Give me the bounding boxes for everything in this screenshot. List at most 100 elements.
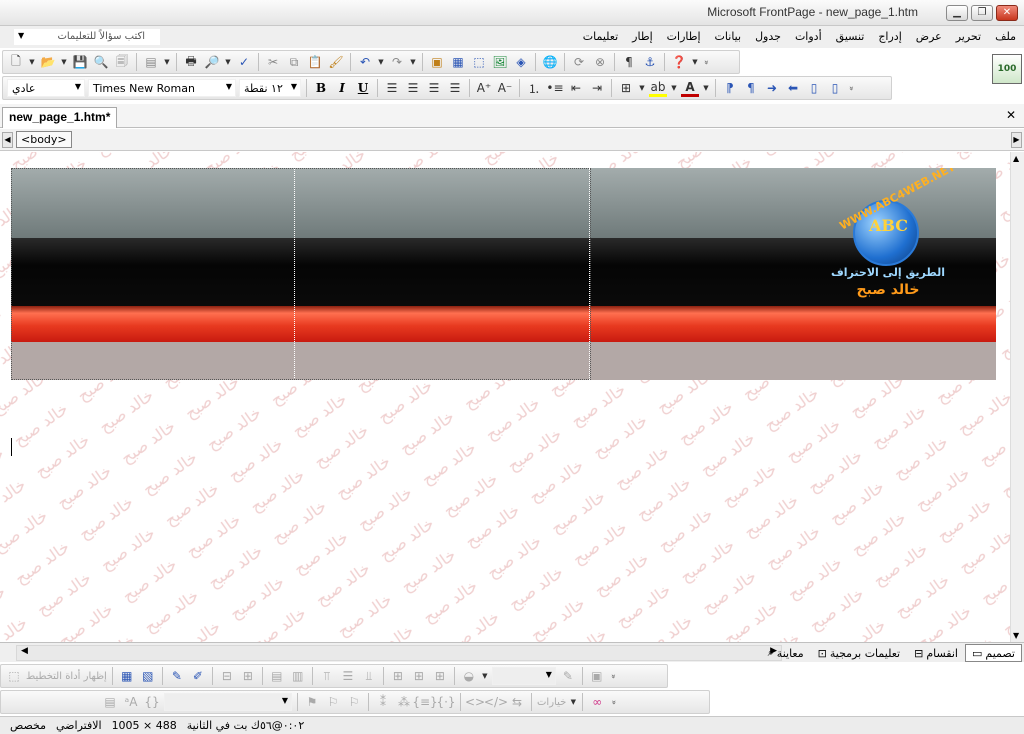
- chevron-down-icon[interactable]: ▼: [226, 82, 232, 91]
- autofit-icon[interactable]: ⊞: [431, 667, 449, 685]
- close-window-button[interactable]: ✕: [996, 5, 1018, 21]
- insert-start-tag-icon[interactable]: <>: [465, 693, 485, 711]
- toolbar-options-icon[interactable]: »: [609, 700, 618, 705]
- table-properties-icon[interactable]: ✎: [168, 667, 186, 685]
- snippet-icon[interactable]: ∞: [588, 693, 606, 711]
- align-top-icon[interactable]: ⫪: [318, 667, 336, 685]
- refresh-icon[interactable]: ⟳: [570, 53, 588, 71]
- save-icon[interactable]: 💾: [71, 53, 89, 71]
- select-tag-icon[interactable]: ⁑: [374, 693, 392, 711]
- decrease-indent-icon[interactable]: ⇤: [567, 79, 585, 97]
- page-ltr-icon[interactable]: ▯: [805, 79, 823, 97]
- chevron-down-icon[interactable]: ▼: [282, 696, 288, 705]
- undo-icon[interactable]: ↶: [356, 53, 374, 71]
- body-tag[interactable]: <body>: [16, 131, 72, 148]
- options-label[interactable]: خيارات: [537, 697, 566, 708]
- ask-question-box[interactable]: ▼ اكتب سؤالاً للتعليمات: [14, 29, 160, 45]
- center-vertically-icon[interactable]: ☰: [339, 667, 357, 685]
- menu-format[interactable]: تنسيق: [836, 30, 865, 43]
- close-document-icon[interactable]: ✕: [1006, 108, 1016, 122]
- layout-tool-icon[interactable]: ⬚: [5, 667, 23, 685]
- delete-cells-icon[interactable]: ▤: [268, 667, 286, 685]
- autoformat-icon[interactable]: ✎: [559, 667, 577, 685]
- tab-new-page[interactable]: new_page_1.htm*: [2, 107, 118, 128]
- tag-scroll-right-icon[interactable]: ▶: [1011, 132, 1022, 148]
- show-layout-tool-label[interactable]: إظهار أداة التخطيط: [26, 671, 107, 682]
- ltr-icon[interactable]: ⁋: [721, 79, 739, 97]
- redo-icon[interactable]: ↷: [388, 53, 406, 71]
- next-bookmark-icon[interactable]: ⚐: [324, 693, 342, 711]
- rtl-icon[interactable]: ¶: [742, 79, 760, 97]
- font-color-dropdown-icon[interactable]: ▼: [702, 84, 710, 92]
- table-options-icon[interactable]: ▣: [588, 667, 606, 685]
- menu-tools[interactable]: أدوات: [795, 30, 822, 43]
- find-matching-brace-icon[interactable]: {·}: [436, 693, 455, 711]
- font-combo[interactable]: Times New Roman ▼: [88, 79, 236, 97]
- complete-word-icon[interactable]: {}: [143, 693, 161, 711]
- increase-indent-icon[interactable]: ⇥: [588, 79, 606, 97]
- publish-icon[interactable]: 🗐: [113, 53, 131, 71]
- minimize-button[interactable]: ▁: [946, 5, 968, 21]
- vertical-scrollbar[interactable]: ▲ ▼: [1010, 152, 1024, 642]
- options-dropdown-icon[interactable]: ▼: [569, 698, 577, 706]
- copy-icon[interactable]: ⧉: [285, 53, 303, 71]
- menu-frame[interactable]: إطار: [632, 30, 652, 43]
- new-dropdown-icon[interactable]: ▼: [28, 58, 36, 66]
- redo-dropdown-icon[interactable]: ▼: [409, 58, 417, 66]
- tab-code[interactable]: ⊡ تعليمات برمجية: [811, 644, 907, 662]
- stop-icon[interactable]: ⊗: [591, 53, 609, 71]
- drawing-icon[interactable]: ◈: [512, 53, 530, 71]
- align-bottom-icon[interactable]: ⫫: [360, 667, 378, 685]
- menu-file[interactable]: ملف: [995, 30, 1016, 43]
- increase-font-icon[interactable]: A⁺: [475, 79, 493, 97]
- spelling-icon[interactable]: ✓: [235, 53, 253, 71]
- parameter-info-icon[interactable]: ᵃA: [122, 693, 140, 711]
- borders-icon[interactable]: ⊞: [617, 79, 635, 97]
- font-size-combo[interactable]: ١٢ نقطة ▼: [239, 79, 301, 97]
- select-block-icon[interactable]: {≡}: [412, 693, 437, 711]
- chevron-down-icon[interactable]: ▼: [18, 31, 24, 40]
- menu-view[interactable]: عرض: [916, 30, 942, 43]
- paste-icon[interactable]: 📋: [306, 53, 324, 71]
- bookmark-icon[interactable]: ⚓: [641, 53, 659, 71]
- page-dimensions[interactable]: 1005 × 488: [112, 719, 177, 732]
- menu-frames[interactable]: إطارات: [667, 30, 701, 43]
- chevron-down-icon[interactable]: ▼: [291, 82, 297, 91]
- fill-color-icon[interactable]: ◒: [460, 667, 478, 685]
- arrow-left-icon[interactable]: ⬅: [784, 79, 802, 97]
- help-icon[interactable]: ❓: [670, 53, 688, 71]
- tab-preview[interactable]: ⌕ معاينة: [761, 644, 811, 662]
- toolbar-options-icon[interactable]: »: [847, 86, 856, 91]
- function-lookup-combo[interactable]: ▼: [164, 693, 292, 711]
- undo-dropdown-icon[interactable]: ▼: [377, 58, 385, 66]
- arrow-right-icon[interactable]: ➜: [763, 79, 781, 97]
- menu-edit[interactable]: تحرير: [956, 30, 981, 43]
- mode-custom[interactable]: مخصص: [10, 719, 46, 732]
- table-autoformat-combo[interactable]: ▼: [491, 667, 556, 685]
- font-color-icon[interactable]: A: [681, 79, 699, 97]
- draw-layout-table-icon[interactable]: ▦: [118, 667, 136, 685]
- find-matching-tag-icon[interactable]: ⁂: [395, 693, 413, 711]
- format-painter-icon[interactable]: 🖌: [327, 53, 345, 71]
- page-rtl-icon[interactable]: ▯: [826, 79, 844, 97]
- open-folder-icon[interactable]: 📂: [39, 53, 57, 71]
- mode-default[interactable]: الافتراضي: [56, 719, 102, 732]
- print-icon[interactable]: 🖶: [182, 53, 200, 71]
- distribute-rows-icon[interactable]: ⊞: [389, 667, 407, 685]
- italic-icon[interactable]: I: [333, 79, 351, 97]
- insert-rows-icon[interactable]: ⊟: [218, 667, 236, 685]
- pane-dropdown-icon[interactable]: ▼: [163, 58, 171, 66]
- web-component-icon[interactable]: ▣: [428, 53, 446, 71]
- underline-icon[interactable]: U: [354, 79, 372, 97]
- chevron-down-icon[interactable]: ▼: [546, 670, 552, 679]
- toolbar-options-icon[interactable]: »: [702, 60, 711, 65]
- restore-button[interactable]: ❐: [971, 5, 993, 21]
- scroll-up-icon[interactable]: ▲: [1013, 154, 1019, 163]
- draw-layout-cell-icon[interactable]: ▧: [139, 667, 157, 685]
- layout-table[interactable]: [11, 168, 591, 380]
- cut-icon[interactable]: ✂: [264, 53, 282, 71]
- bullets-icon[interactable]: •≡: [546, 79, 564, 97]
- menu-table[interactable]: جدول: [755, 30, 781, 43]
- editor-area[interactable]: خالد صبح WWW.ABC4WEB.NET ABC الطريق إلى …: [0, 152, 1010, 642]
- scroll-down-icon[interactable]: ▼: [1013, 631, 1019, 640]
